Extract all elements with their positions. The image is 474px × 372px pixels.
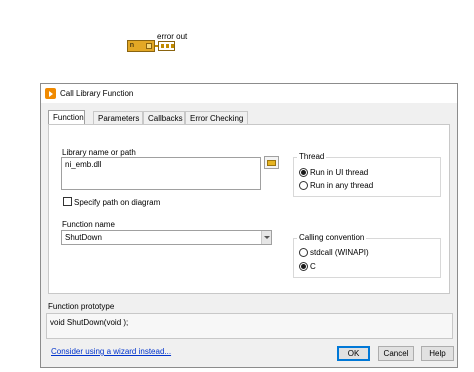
run-in-ui-thread-radio[interactable] — [299, 168, 308, 177]
call-library-function-dialog: Call Library Function Function Parameter… — [40, 83, 458, 368]
c-convention-radio[interactable] — [299, 262, 308, 271]
run-in-ui-thread-label: Run in UI thread — [310, 168, 369, 177]
function-name-value: ShutDown — [65, 233, 102, 242]
run-in-any-thread-radio[interactable] — [299, 181, 308, 190]
thread-group-title: Thread — [297, 152, 327, 161]
folder-icon — [267, 160, 276, 166]
library-path-input[interactable]: ni_emb.dll — [61, 157, 261, 190]
cancel-button[interactable]: Cancel — [378, 346, 414, 361]
page: n error out Call Library Function Functi… — [0, 0, 474, 372]
error-cluster-indicator-icon[interactable] — [158, 41, 175, 51]
block-diagram-node-area: n error out — [126, 32, 206, 57]
specify-path-checkbox[interactable] — [63, 197, 72, 206]
run-in-any-thread-label: Run in any thread — [310, 181, 374, 190]
specify-path-label: Specify path on diagram — [74, 198, 161, 207]
tab-callbacks[interactable]: Callbacks — [143, 111, 185, 124]
tab-error-checking[interactable]: Error Checking — [185, 111, 248, 124]
wizard-link[interactable]: Consider using a wizard instead... — [51, 347, 171, 356]
stdcall-label: stdcall (WINAPI) — [310, 248, 369, 257]
ok-button[interactable]: OK — [337, 346, 370, 361]
node-terminal-icon — [146, 43, 152, 49]
function-prototype-label: Function prototype — [48, 302, 115, 311]
calling-convention-groupbox — [293, 238, 441, 278]
thread-groupbox — [293, 157, 441, 197]
c-convention-label: C — [310, 262, 316, 271]
error-out-label: error out — [157, 32, 188, 41]
library-name-label: Library name or path — [62, 148, 136, 157]
tab-function[interactable]: Function — [48, 110, 85, 125]
browse-button[interactable] — [264, 156, 279, 169]
tab-parameters[interactable]: Parameters — [93, 111, 143, 124]
node-label: n — [130, 42, 134, 49]
chevron-down-icon[interactable] — [261, 231, 271, 244]
dialog-title: Call Library Function — [60, 89, 134, 98]
labview-app-icon — [45, 88, 56, 99]
dialog-titlebar[interactable]: Call Library Function — [41, 84, 457, 103]
call-library-node[interactable]: n — [127, 40, 155, 52]
calling-convention-title: Calling convention — [297, 233, 367, 242]
function-prototype-box: void ShutDown(void ); — [46, 313, 453, 339]
function-name-label: Function name — [62, 220, 115, 229]
help-button[interactable]: Help — [421, 346, 454, 361]
stdcall-radio[interactable] — [299, 248, 308, 257]
function-name-dropdown[interactable]: ShutDown — [61, 230, 272, 245]
